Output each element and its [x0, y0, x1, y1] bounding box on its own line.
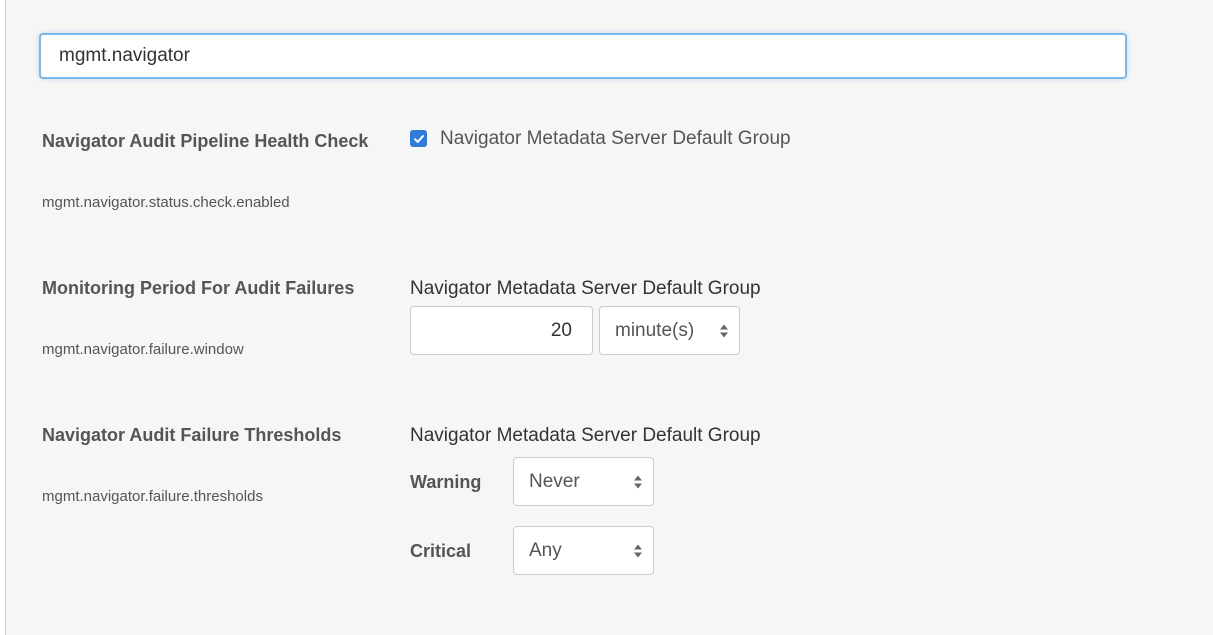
sort-arrows-icon: [634, 475, 642, 488]
select-value: minute(s): [615, 319, 695, 341]
sort-arrows-icon: [720, 324, 728, 337]
warning-threshold-select[interactable]: Never: [513, 457, 654, 506]
warning-label: Warning: [410, 472, 482, 492]
sort-arrows-icon: [634, 544, 642, 557]
property-key: mgmt.navigator.failure.thresholds: [42, 488, 263, 505]
select-value: Any: [529, 539, 562, 561]
critical-label: Critical: [410, 541, 472, 561]
group-label: Navigator Metadata Server Default Group: [410, 425, 761, 446]
property-row-monitoring-period: Monitoring Period For Audit Failures mgm…: [42, 273, 1142, 373]
property-title: Navigator Audit Failure Thresholds: [42, 425, 342, 445]
period-unit-select[interactable]: minute(s): [599, 306, 740, 355]
property-title: Navigator Audit Pipeline Health Check: [42, 131, 369, 151]
search-input[interactable]: [39, 33, 1127, 79]
property-key: mgmt.navigator.failure.window: [42, 341, 244, 358]
period-value-input[interactable]: [410, 306, 593, 355]
configuration-panel: Navigator Audit Pipeline Health Check mg…: [5, 0, 1213, 635]
select-value: Never: [529, 470, 580, 492]
checkmark-icon: [413, 134, 424, 143]
checkbox-label: Navigator Metadata Server Default Group: [440, 128, 791, 149]
property-row-health-check: Navigator Audit Pipeline Health Check mg…: [42, 126, 1142, 226]
critical-threshold-select[interactable]: Any: [513, 526, 654, 575]
property-key: mgmt.navigator.status.check.enabled: [42, 194, 290, 211]
property-row-failure-thresholds: Navigator Audit Failure Thresholds mgmt.…: [42, 420, 1142, 590]
group-label: Navigator Metadata Server Default Group: [410, 278, 761, 299]
health-check-checkbox[interactable]: [410, 130, 427, 147]
property-title: Monitoring Period For Audit Failures: [42, 278, 355, 298]
